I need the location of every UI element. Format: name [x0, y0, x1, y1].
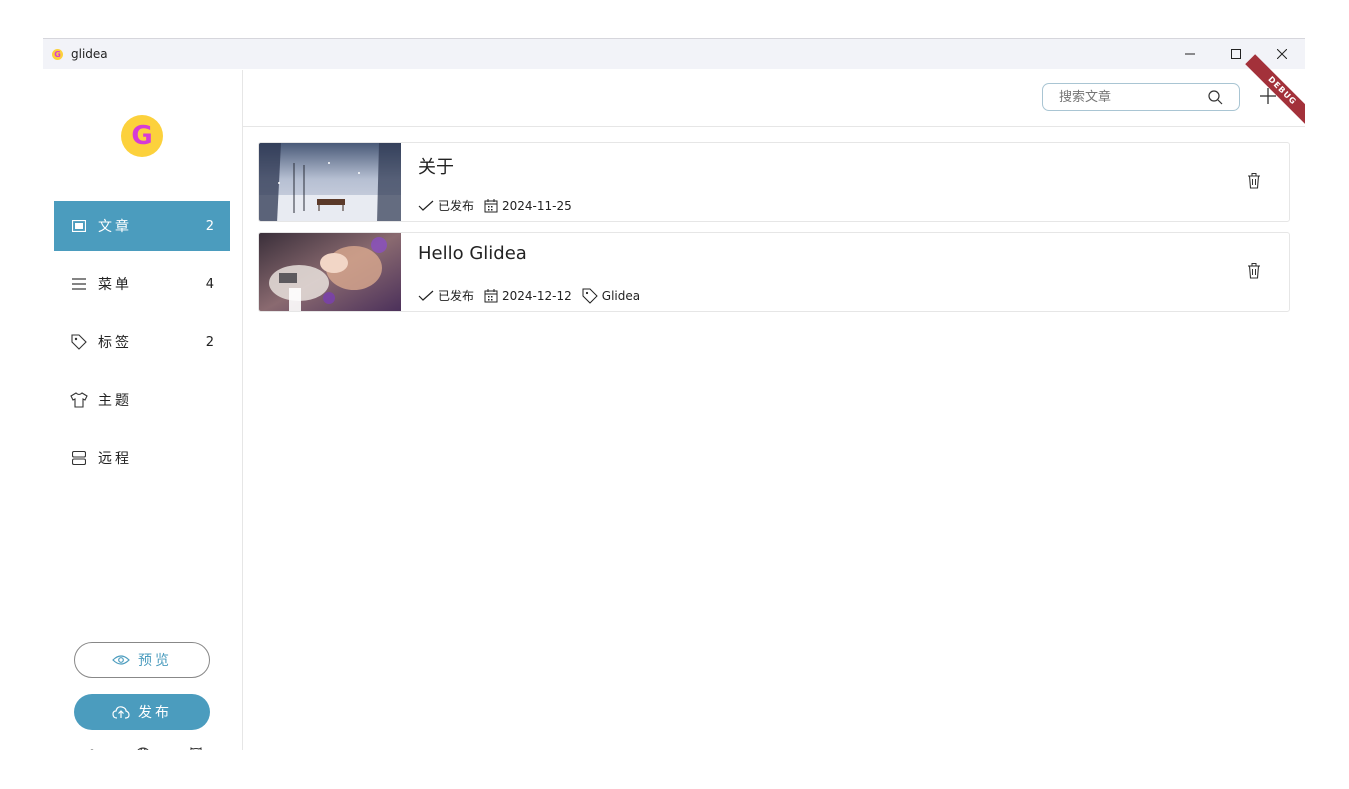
- post-title: 关于: [418, 157, 454, 178]
- search-box[interactable]: [1042, 83, 1240, 111]
- sidebar-item-tags[interactable]: 标签 2: [54, 317, 230, 367]
- sidebar-item-label: 主题: [98, 393, 132, 409]
- delete-icon[interactable]: [1247, 263, 1261, 283]
- sidebar-item-articles[interactable]: 文章 2: [54, 201, 230, 251]
- cloud-upload-icon: [112, 706, 130, 719]
- post-date: 2024-11-25: [484, 198, 572, 213]
- app-icon: G: [52, 48, 63, 60]
- title-bar: G glidea: [43, 39, 1305, 69]
- sidebar-item-remote[interactable]: 远程: [54, 433, 230, 483]
- sidebar-item-label: 远程: [98, 451, 132, 467]
- eye-icon: [112, 655, 130, 665]
- search-input[interactable]: [1057, 88, 1201, 106]
- post-tag-label: Glidea: [601, 288, 641, 303]
- sidebar-item-label: 菜单: [98, 277, 132, 293]
- calendar-icon: [484, 198, 498, 212]
- post-date: 2024-12-12: [484, 288, 572, 303]
- check-icon: [418, 290, 434, 301]
- post-card[interactable]: Hello Glidea 已发布 2024-12-12 Glidea: [258, 232, 1290, 312]
- post-thumbnail: [259, 143, 401, 221]
- calendar-icon: [484, 288, 498, 302]
- post-status: 已发布: [418, 197, 474, 214]
- sidebar-item-theme[interactable]: 主题: [54, 375, 230, 425]
- tag-icon: [582, 288, 598, 304]
- github-icon[interactable]: [187, 746, 205, 750]
- post-tag: Glidea: [582, 288, 640, 304]
- post-date-label: 2024-12-12: [502, 288, 572, 303]
- tag-icon: [70, 333, 88, 351]
- sidebar: G 文章 2 菜单 4 标签 2 主题 远程 预览 发布: [43, 70, 243, 750]
- sidebar-item-label: 文章: [98, 219, 132, 235]
- publish-button[interactable]: 发布: [74, 694, 210, 730]
- post-card[interactable]: 关于 已发布 2024-11-25: [258, 142, 1290, 222]
- post-status-label: 已发布: [438, 289, 475, 303]
- globe-icon[interactable]: [134, 746, 152, 750]
- preview-button-label: 预览: [138, 653, 172, 669]
- search-icon[interactable]: [1208, 90, 1223, 109]
- app-window: G glidea G 文章 2 菜单 4 标签 2 主题 远程 预览 发布 搜索…: [43, 38, 1305, 750]
- sidebar-item-label: 标签: [98, 335, 132, 351]
- sidebar-item-count: 2: [205, 218, 214, 234]
- post-meta: 已发布 2024-11-25: [418, 197, 582, 214]
- sidebar-item-count: 2: [205, 334, 214, 350]
- window-title: glidea: [71, 47, 108, 61]
- post-status: 已发布: [418, 287, 474, 304]
- settings-sliders-icon[interactable]: [81, 746, 99, 750]
- delete-icon[interactable]: [1247, 173, 1261, 193]
- main-content: DEBUG: [243, 54, 1305, 750]
- post-title: Hello Glidea: [418, 243, 527, 264]
- post-meta: 已发布 2024-12-12 Glidea: [418, 287, 650, 304]
- article-icon: [70, 217, 88, 235]
- publish-button-label: 发布: [138, 705, 172, 721]
- minimize-icon[interactable]: [1167, 39, 1213, 69]
- menu-icon: [70, 275, 88, 293]
- check-icon: [418, 200, 434, 211]
- sidebar-item-menus[interactable]: 菜单 4: [54, 259, 230, 309]
- toolbar: DEBUG: [243, 54, 1305, 128]
- post-thumbnail: [259, 233, 401, 311]
- post-date-label: 2024-11-25: [502, 198, 572, 213]
- post-status-label: 已发布: [438, 199, 475, 213]
- app-logo: G: [121, 115, 163, 157]
- server-icon: [70, 449, 88, 467]
- sidebar-item-count: 4: [205, 276, 214, 292]
- shirt-icon: [70, 391, 88, 409]
- preview-button[interactable]: 预览: [74, 642, 210, 678]
